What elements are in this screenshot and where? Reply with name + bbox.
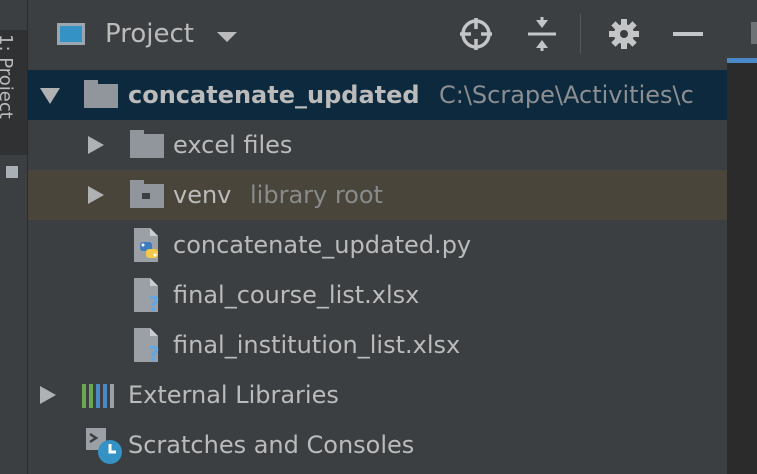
svg-text:?: ? [148, 292, 160, 314]
file-name: concatenate_updated.py [173, 231, 472, 259]
folder-name: excel files [173, 131, 293, 159]
tree-row-scratches[interactable]: Scratches and Consoles [28, 420, 727, 470]
folder-icon [84, 80, 118, 108]
expand-arrow-icon[interactable] [88, 186, 104, 204]
chevron-down-icon[interactable] [217, 32, 237, 42]
header-separator [580, 14, 581, 54]
unknown-file-icon: ? [134, 328, 160, 364]
tree-row-external-libraries[interactable]: External Libraries [28, 370, 727, 420]
editor-edge [727, 0, 757, 474]
project-side-tab-label[interactable]: 1: Project [0, 34, 16, 119]
tree-row-file[interactable]: ? final_institution_list.xlsx [28, 320, 727, 370]
project-window-icon [57, 23, 85, 45]
tree-row-venv[interactable]: venv library root [28, 170, 727, 220]
tree-row-file[interactable]: ? final_course_list.xlsx [28, 270, 727, 320]
scratches-icon [86, 428, 122, 464]
left-tool-strip: 1: Project [0, 0, 28, 474]
expand-arrow-icon[interactable] [40, 88, 60, 104]
project-view-title[interactable]: Project [105, 16, 194, 52]
external-libraries-label: External Libraries [128, 381, 339, 409]
root-folder-name: concatenate_updated [128, 81, 420, 109]
file-name: final_course_list.xlsx [173, 281, 420, 309]
tree-row-root[interactable]: concatenate_updated C:\Scrape\Activities… [28, 70, 727, 120]
folder-name: venv [173, 181, 232, 209]
minimize-icon[interactable] [670, 16, 706, 52]
scratches-label: Scratches and Consoles [128, 431, 415, 459]
libraries-icon [82, 384, 114, 408]
locate-icon[interactable] [458, 16, 494, 52]
editor-tab-accent [727, 58, 757, 63]
root-folder-path: C:\Scrape\Activities\c [439, 81, 694, 109]
collapse-all-icon[interactable] [524, 16, 560, 52]
gear-icon[interactable] [606, 16, 642, 52]
tree-row-folder[interactable]: excel files [28, 120, 727, 170]
structure-side-tab-icon[interactable] [6, 166, 18, 178]
library-root-hint: library root [250, 181, 383, 209]
expand-arrow-icon[interactable] [40, 386, 56, 404]
project-tool-header: Project [28, 0, 727, 68]
tree-row-file[interactable]: concatenate_updated.py [28, 220, 727, 270]
folder-icon [130, 130, 164, 158]
python-file-icon [134, 228, 158, 262]
file-name: final_institution_list.xlsx [173, 331, 461, 359]
editor-tab-edge[interactable] [727, 0, 757, 58]
expand-arrow-icon[interactable] [88, 136, 104, 154]
unknown-file-icon: ? [134, 278, 160, 314]
library-folder-icon [130, 180, 164, 208]
svg-text:?: ? [148, 342, 160, 364]
